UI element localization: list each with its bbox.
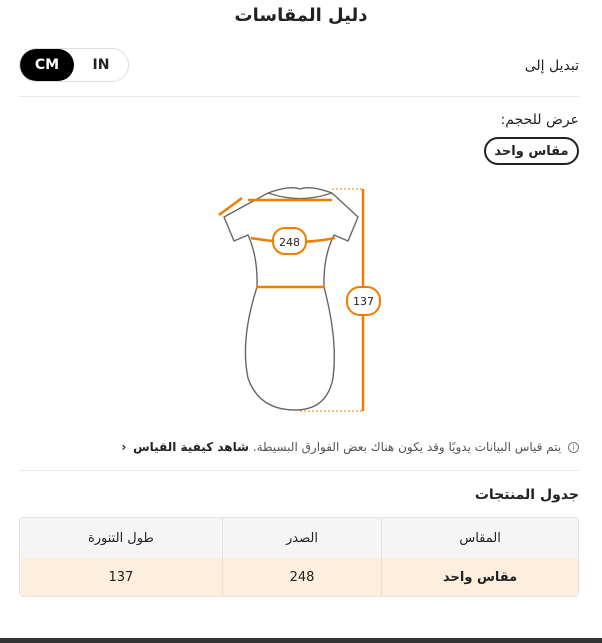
how-to-measure-link[interactable]: شاهد كيفية القياس [133,440,249,454]
unit-in-button[interactable]: IN [74,49,128,81]
bottom-bar [0,638,602,643]
divider [19,96,579,97]
product-table-heading: جدول المنتجات [474,487,579,503]
size-chip-one-size[interactable]: مقاس واحد [484,137,579,165]
table-cell-size: مقاس واحد [381,558,578,596]
chest-value-label: 248 [279,236,300,249]
measurement-note-text: يتم قياس البيانات يدويًا وقد يكون هناك ب… [252,440,562,454]
table-cell-chest: 248 [221,558,382,596]
table-row: مقاس واحد 248 137 [20,558,578,596]
unit-switch-label: تبديل إلى [524,58,579,74]
table-cell-skirt-length: 137 [20,558,223,596]
unit-cm-button[interactable]: CM [20,49,74,81]
unit-toggle[interactable]: CM IN [19,48,129,82]
measurement-note: i يتم قياس البيانات يدويًا وقد يكون هناك… [121,440,579,454]
page-title: دليل المقاسات [234,5,368,26]
dress-diagram: 248 137 [218,186,381,412]
length-value-label: 137 [353,295,374,308]
table-header-chest: الصدر [221,518,382,558]
table-header-row: المقاس الصدر طول التنورة [20,518,578,558]
view-size-label: عرض للحجم: [500,112,579,128]
dress-outline [223,186,359,411]
size-table: المقاس الصدر طول التنورة مقاس واحد 248 1… [19,517,579,597]
table-header-skirt-length: طول التنورة [20,518,223,558]
chevron-left-icon: ‹ [121,440,127,454]
divider [19,470,579,471]
table-header-size: المقاس [381,518,578,558]
info-icon: i [568,442,579,453]
unit-switch-row: تبديل إلى CM IN [19,48,579,84]
